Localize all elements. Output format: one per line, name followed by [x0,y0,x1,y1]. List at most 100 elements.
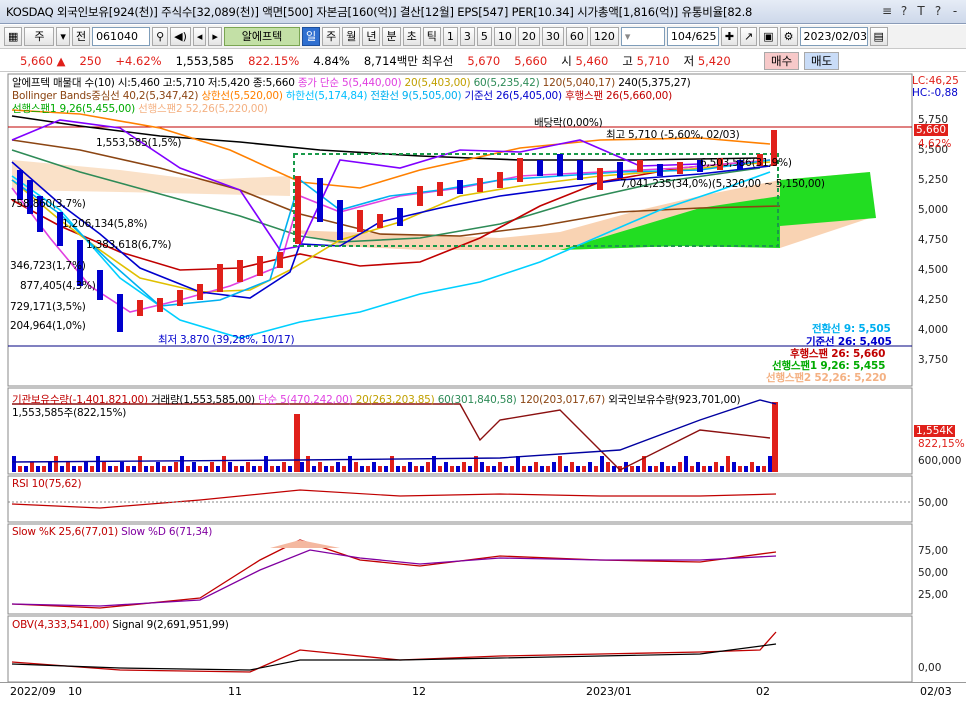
layout-icon[interactable]: ▦ [4,27,23,46]
interval-3[interactable]: 3 [459,27,475,46]
settings-icon[interactable]: ⚙ [779,27,798,46]
sell-button[interactable]: 매도 [804,52,840,70]
period-minute[interactable]: 분 [382,27,401,46]
volume-bar [186,466,190,472]
stock-code-input[interactable]: 061040 [92,27,151,46]
volume-bar [672,466,676,472]
interval-30[interactable]: 30 [541,27,564,46]
next-icon[interactable]: ▸ [208,27,222,46]
candle [457,180,463,194]
period-tick[interactable]: 틱 [422,27,441,46]
volume-bar [48,462,52,472]
volume-bar [660,462,664,472]
volume-bar [18,466,22,472]
price-axis-5250: 5,250 [918,174,949,186]
interval-60[interactable]: 60 [565,27,588,46]
slow-legend: Slow %K 25,6(77,01) Slow %D 6(71,34) [12,526,212,538]
x-tick-date: 02/03 [920,685,952,698]
volume-bar [360,466,364,472]
volume-bar [426,462,430,472]
volume-bar [288,466,292,472]
draw-icon[interactable]: ↗ [740,27,758,46]
volume-bar [486,466,490,472]
volume-bar [156,462,160,472]
volume-bar [66,462,70,472]
volume-bar [42,466,46,472]
volume-bar [168,466,172,472]
cloud-left [12,160,290,196]
legend-obv: OBV(4,333,541,00) [12,619,110,631]
volume-bar [402,466,406,472]
slow-axis-75: 75,00 [918,545,949,557]
period-month[interactable]: 월 [342,27,361,46]
volume-bar [240,466,244,472]
volume-bar [12,456,16,472]
slow-axis-50: 50,00 [918,567,949,579]
volume-bar [576,466,580,472]
text-icon[interactable]: T [914,3,928,19]
price-axis-4500: 4,500 [918,264,949,276]
obv-legend: OBV(4,333,541,00) Signal 9(2,691,951,99) [12,619,229,631]
candle [557,154,563,176]
prev-icon[interactable]: ◂ [192,27,207,46]
calendar-icon[interactable]: ▤ [869,27,888,46]
type-select[interactable]: 주 [24,27,55,46]
volume-bar [276,466,280,472]
legend-vol-ma60: 60(301,840,58) [437,394,517,406]
info-icon[interactable]: ? [931,3,945,19]
volume-axis: 600,000 [918,455,962,467]
stock-info-title: KOSDAQ 외국인보유[924(천)] 주식수[32,089(천)] 액면[5… [6,4,753,19]
volume-bar [432,456,436,472]
volume-bar [114,466,118,472]
interval-1[interactable]: 1 [442,27,458,46]
volume-bar [564,466,568,472]
help-icon[interactable]: ? [897,3,911,19]
interval-20[interactable]: 20 [517,27,540,46]
period-week[interactable]: 주 [322,27,341,46]
candle [657,164,663,176]
price-axis-4000: 4,000 [918,324,949,336]
volume-bar [300,462,304,472]
market-select[interactable]: 전 [71,27,91,46]
legend-leading1: 선행스팬1 9,26(5,455,00) [12,103,135,115]
slow-axis-25: 25,00 [918,589,949,601]
page-counter[interactable]: 104/625 [666,27,719,46]
period-year[interactable]: 년 [362,27,381,46]
volume-bar [696,462,700,472]
volume-bar [552,462,556,472]
period-second[interactable]: 초 [402,27,421,46]
tool-icon[interactable]: ✚ [720,27,739,46]
legend-vol-ma5: 단순 5(470,242,00) [258,394,353,406]
minimize-icon[interactable]: - [948,3,962,19]
legend-vol-ma20: 20(263,203,85) [355,394,435,406]
interval-input[interactable]: ▾ [620,27,665,46]
volume-bar [96,456,100,472]
candle [157,298,163,312]
current-pct-tag: 4,62% [918,138,952,150]
vp-label-3: 1,206,134(5,8%) [62,218,148,230]
search-icon[interactable]: ⚲ [152,27,169,46]
date-input[interactable]: 2023/02/03 [799,27,868,46]
period-day[interactable]: 일 [301,27,321,46]
sound-icon[interactable]: ◀) [170,27,191,46]
volume-bar [768,456,772,472]
candle [537,160,543,176]
interval-120[interactable]: 120 [589,27,619,46]
stock-name-field[interactable]: 알에프텍 [223,27,300,46]
volume-bar [144,466,148,472]
volume-bar [270,466,274,472]
save-icon[interactable]: ▣ [759,27,778,46]
volume-bar [210,462,214,472]
hc-label: HC:-0,88 [912,87,958,99]
dropdown-arrow-icon[interactable]: ▾ [56,27,70,46]
candle [377,214,383,228]
interval-10[interactable]: 10 [493,27,516,46]
volume-bar [588,462,592,472]
volume-bar [162,466,166,472]
interval-5[interactable]: 5 [476,27,492,46]
candle [517,158,523,182]
menu-icon[interactable]: ≡ [880,3,894,19]
buy-button[interactable]: 매수 [764,52,800,70]
volume-bar-spike-2 [772,402,778,472]
volume-bar [384,466,388,472]
